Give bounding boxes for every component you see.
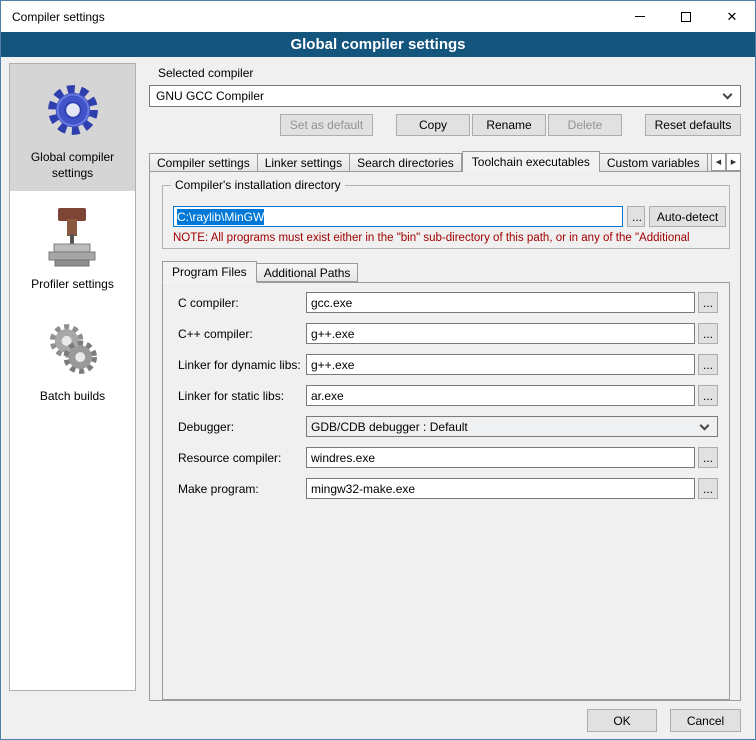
tab-scrollers: ◀ ▶ bbox=[711, 153, 741, 171]
banner-title: Global compiler settings bbox=[290, 36, 465, 53]
installation-directory-input[interactable]: C:\raylib\MinGW bbox=[173, 206, 623, 227]
make-program-input[interactable]: mingw32-make.exe bbox=[306, 478, 695, 499]
chevron-down-icon bbox=[723, 90, 733, 100]
make-program-browse-button[interactable]: ... bbox=[698, 478, 718, 499]
make-program-value: mingw32-make.exe bbox=[311, 482, 415, 496]
dynamic-linker-label: Linker for dynamic libs: bbox=[178, 358, 306, 372]
c-compiler-browse-button[interactable]: ... bbox=[698, 292, 718, 313]
resource-compiler-browse-button[interactable]: ... bbox=[698, 447, 718, 468]
dynamic-linker-browse-button[interactable]: ... bbox=[698, 354, 718, 375]
tab-linker-settings[interactable]: Linker settings bbox=[258, 153, 350, 172]
chevron-down-icon bbox=[700, 420, 710, 430]
tab-search-directories[interactable]: Search directories bbox=[350, 153, 462, 172]
field-row-debugger: Debugger: GDB/CDB debugger : Default bbox=[178, 416, 718, 437]
cpp-compiler-input[interactable]: g++.exe bbox=[306, 323, 695, 344]
debugger-select[interactable]: GDB/CDB debugger : Default bbox=[306, 416, 718, 437]
c-compiler-label: C compiler: bbox=[178, 296, 306, 310]
reset-defaults-button[interactable]: Reset defaults bbox=[645, 114, 741, 136]
maximize-icon bbox=[681, 12, 691, 22]
sidebar-item-global-compiler-settings[interactable]: Global compiler settings bbox=[10, 64, 135, 191]
titlebar: Compiler settings ✕ bbox=[1, 1, 755, 32]
program-files-panel: C compiler: gcc.exe ... C++ compiler: g+… bbox=[162, 282, 730, 700]
installation-directory-browse-button[interactable]: ... bbox=[627, 206, 645, 227]
toolchain-executables-panel: Compiler's installation directory C:\ray… bbox=[149, 171, 741, 701]
cpp-compiler-browse-button[interactable]: ... bbox=[698, 323, 718, 344]
sidebar-item-batch-builds[interactable]: Batch builds bbox=[10, 303, 135, 415]
gray-gears-icon bbox=[42, 317, 104, 381]
set-as-default-button: Set as default bbox=[280, 114, 373, 136]
scroll-right-icon: ▶ bbox=[731, 158, 736, 166]
cpp-compiler-label: C++ compiler: bbox=[178, 327, 306, 341]
tab-scroll-right-button[interactable]: ▶ bbox=[726, 153, 741, 171]
close-button[interactable]: ✕ bbox=[709, 1, 755, 32]
dynamic-linker-value: g++.exe bbox=[311, 358, 354, 372]
copy-button[interactable]: Copy bbox=[396, 114, 470, 136]
scroll-left-icon: ◀ bbox=[716, 158, 721, 166]
field-row-resource-compiler: Resource compiler: windres.exe ... bbox=[178, 447, 718, 468]
field-row-c-compiler: C compiler: gcc.exe ... bbox=[178, 292, 718, 313]
static-linker-browse-button[interactable]: ... bbox=[698, 385, 718, 406]
minimize-icon bbox=[635, 16, 645, 17]
installation-directory-group: Compiler's installation directory C:\ray… bbox=[162, 185, 730, 249]
sidebar-item-label: Profiler settings bbox=[31, 277, 114, 293]
main-tabbar: Compiler settings Linker settings Search… bbox=[149, 150, 741, 172]
program-files-fields: C compiler: gcc.exe ... C++ compiler: g+… bbox=[178, 292, 718, 509]
window-controls: ✕ bbox=[617, 1, 755, 32]
make-program-label: Make program: bbox=[178, 482, 306, 496]
c-compiler-value: gcc.exe bbox=[311, 296, 352, 310]
installation-directory-group-label: Compiler's installation directory bbox=[171, 178, 345, 192]
auto-detect-button[interactable]: Auto-detect bbox=[649, 206, 726, 227]
subtab-program-files[interactable]: Program Files bbox=[162, 261, 257, 283]
tab-compiler-settings[interactable]: Compiler settings bbox=[149, 153, 258, 172]
ok-button[interactable]: OK bbox=[587, 709, 657, 732]
rename-button[interactable]: Rename bbox=[472, 114, 546, 136]
static-linker-input[interactable]: ar.exe bbox=[306, 385, 695, 406]
window-title: Compiler settings bbox=[12, 10, 105, 24]
subtab-additional-paths[interactable]: Additional Paths bbox=[257, 263, 359, 282]
bin-subdirectory-note: NOTE: All programs must exist either in … bbox=[173, 232, 690, 244]
field-row-cpp-compiler: C++ compiler: g++.exe ... bbox=[178, 323, 718, 344]
blue-gear-icon bbox=[42, 78, 104, 142]
compiler-settings-window: Compiler settings ✕ Global compiler sett… bbox=[0, 0, 756, 740]
sidebar-item-profiler-settings[interactable]: Profiler settings bbox=[10, 191, 135, 303]
sidebar: Global compiler settings Profiler settin… bbox=[9, 63, 136, 691]
debugger-value: GDB/CDB debugger : Default bbox=[311, 420, 468, 434]
cpp-compiler-value: g++.exe bbox=[311, 327, 354, 341]
resource-compiler-input[interactable]: windres.exe bbox=[306, 447, 695, 468]
minimize-button[interactable] bbox=[617, 1, 663, 32]
tab-custom-variables[interactable]: Custom variables bbox=[600, 153, 708, 172]
static-linker-value: ar.exe bbox=[311, 389, 344, 403]
sidebar-item-label: Batch builds bbox=[40, 389, 105, 405]
resource-compiler-label: Resource compiler: bbox=[178, 451, 306, 465]
cancel-button[interactable]: Cancel bbox=[670, 709, 741, 732]
compiler-select[interactable]: GNU GCC Compiler bbox=[149, 85, 741, 107]
compiler-select-value: GNU GCC Compiler bbox=[156, 89, 264, 103]
toolchain-subtabbar: Program Files Additional Paths bbox=[162, 260, 358, 282]
dynamic-linker-input[interactable]: g++.exe bbox=[306, 354, 695, 375]
field-row-make-program: Make program: mingw32-make.exe ... bbox=[178, 478, 718, 499]
selected-compiler-label: Selected compiler bbox=[158, 66, 253, 80]
c-compiler-input[interactable]: gcc.exe bbox=[306, 292, 695, 313]
banner: Global compiler settings bbox=[1, 32, 755, 57]
tab-scroll-left-button[interactable]: ◀ bbox=[711, 153, 726, 171]
maximize-button[interactable] bbox=[663, 1, 709, 32]
sidebar-item-label: Global compiler settings bbox=[14, 150, 131, 181]
field-row-dynamic-linker: Linker for dynamic libs: g++.exe ... bbox=[178, 354, 718, 375]
installation-directory-selected-text: C:\raylib\MinGW bbox=[177, 209, 264, 225]
static-linker-label: Linker for static libs: bbox=[178, 389, 306, 403]
resource-compiler-value: windres.exe bbox=[311, 451, 375, 465]
delete-button: Delete bbox=[548, 114, 622, 136]
close-icon: ✕ bbox=[727, 10, 738, 23]
tab-toolchain-executables[interactable]: Toolchain executables bbox=[462, 151, 600, 172]
field-row-static-linker: Linker for static libs: ar.exe ... bbox=[178, 385, 718, 406]
profiler-tool-icon bbox=[42, 205, 104, 269]
debugger-label: Debugger: bbox=[178, 420, 306, 434]
